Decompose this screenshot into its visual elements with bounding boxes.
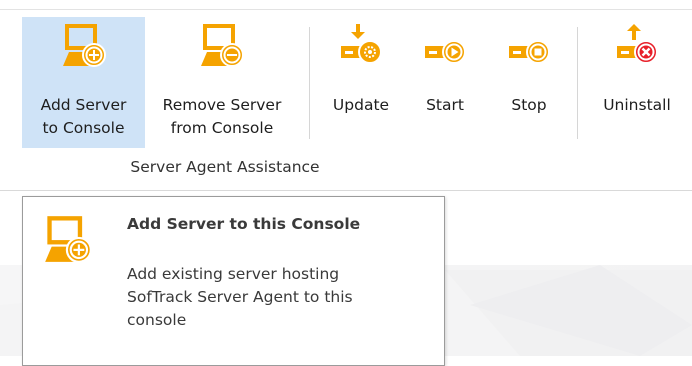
- start-button[interactable]: Start: [408, 17, 482, 148]
- remove-server-label-line1: Remove Server: [162, 96, 282, 114]
- remove-server-icon: [199, 22, 245, 68]
- tooltip-title: Add Server to this Console: [127, 215, 361, 233]
- stop-button[interactable]: Stop: [490, 17, 568, 148]
- uninstall-button[interactable]: Uninstall: [584, 17, 690, 148]
- tooltip-description-line: SofTrack Server Agent to this: [127, 288, 353, 306]
- update-label: Update: [332, 96, 390, 114]
- add-server-tooltip: Add Server to this Console Add existing …: [22, 196, 445, 366]
- add-server-to-console-button[interactable]: Add Server to Console: [22, 17, 145, 148]
- ribbon-bottom-border: [0, 190, 692, 191]
- update-button[interactable]: Update: [318, 17, 404, 148]
- start-agent-icon: [422, 22, 468, 68]
- uninstall-agent-icon: [614, 22, 660, 68]
- uninstall-label: Uninstall: [603, 96, 671, 114]
- tooltip-description-line: console: [127, 311, 187, 329]
- remove-server-label-line2: from Console: [170, 119, 274, 137]
- tooltip-description: Add existing server hosting SofTrack Ser…: [127, 263, 427, 332]
- stop-label: Stop: [511, 96, 547, 114]
- ribbon-separator: [577, 27, 578, 139]
- remove-server-from-console-button[interactable]: Remove Server from Console: [146, 17, 298, 148]
- update-agent-icon: [338, 22, 384, 68]
- ribbon-separator: [309, 27, 310, 139]
- add-server-icon: [61, 22, 107, 68]
- start-label: Start: [426, 96, 464, 114]
- stop-agent-icon: [506, 22, 552, 68]
- add-server-label-line2: to Console: [42, 119, 125, 137]
- ribbon-group-label: Server Agent Assistance: [130, 158, 320, 176]
- add-server-label-line1: Add Server: [40, 96, 127, 114]
- tooltip-description-line: Add existing server hosting: [127, 265, 340, 283]
- add-server-icon: [43, 214, 93, 264]
